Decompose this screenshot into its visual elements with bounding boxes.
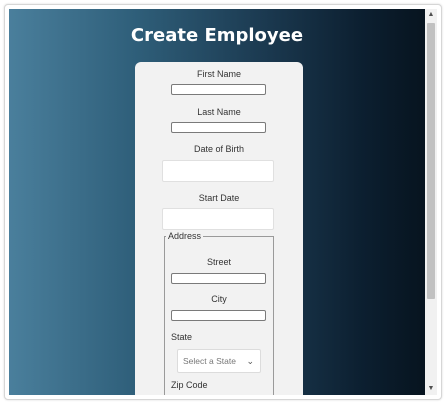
create-employee-form: First Name Last Name Date of Birth Start… [135,62,303,395]
start-date-label: Start Date [198,193,240,203]
street-input[interactable] [171,273,266,284]
page-title: Create Employee [130,25,304,46]
city-label: City [211,294,227,304]
last-name-input[interactable] [171,122,266,133]
state-label: State [171,332,193,342]
first-name-label: First Name [196,69,241,79]
scroll-up-arrow-icon[interactable]: ▲ [425,9,437,21]
date-of-birth-input[interactable] [162,160,274,182]
scroll-down-arrow-icon[interactable]: ▼ [425,383,437,395]
city-input[interactable] [171,310,266,321]
zip-code-label: Zip Code [171,380,208,390]
page-viewport: Create Employee First Name Last Name Dat… [9,9,425,395]
state-select-value: Select a State [183,356,236,366]
address-legend: Address [166,231,204,241]
state-select[interactable]: Select a State ⌄ [177,349,261,373]
chevron-down-icon: ⌄ [246,356,254,366]
scroll-thumb[interactable] [427,23,435,299]
date-of-birth-label: Date of Birth [193,144,245,154]
street-label: Street [206,257,231,267]
vertical-scrollbar[interactable]: ▲ ▼ [425,9,437,395]
last-name-label: Last Name [197,107,241,117]
start-date-input[interactable] [162,208,274,230]
first-name-input[interactable] [171,84,266,95]
